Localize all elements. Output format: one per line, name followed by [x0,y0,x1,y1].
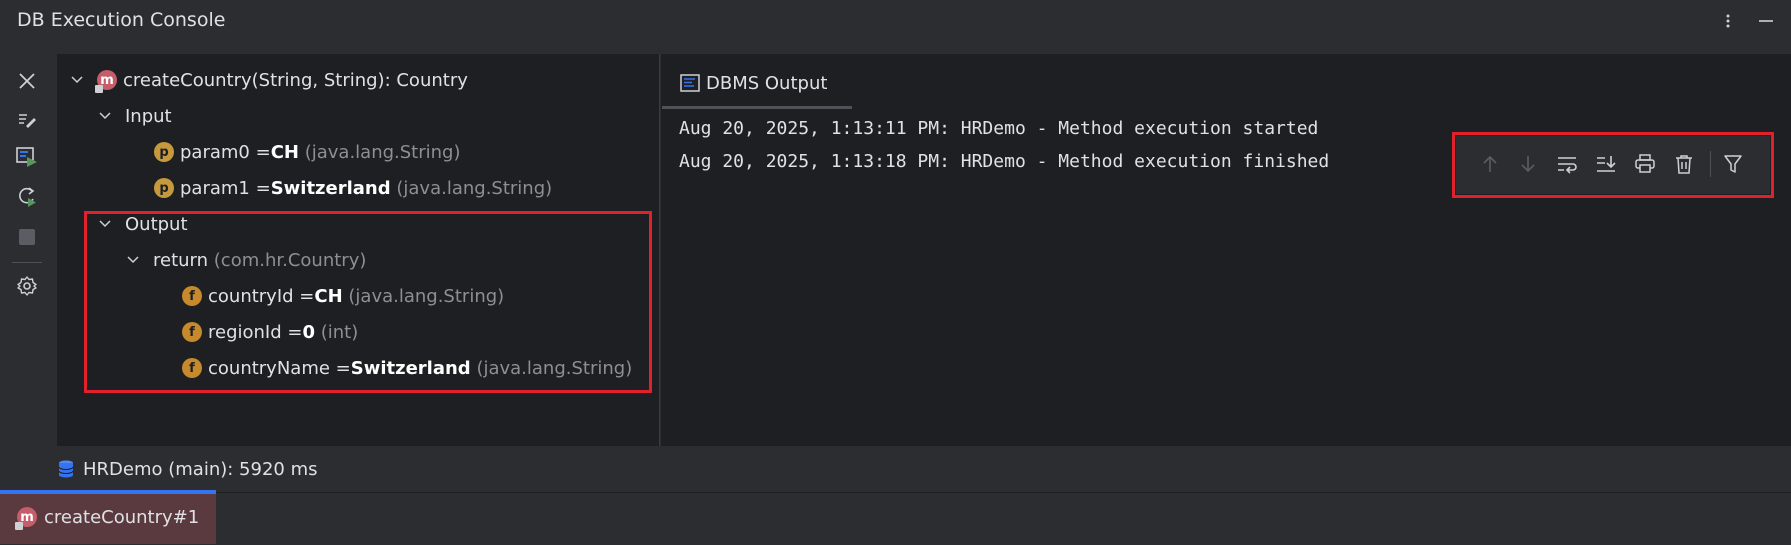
tree-node-param0[interactable]: p param0 = CH (java.lang.String) [154,138,461,166]
bottom-tab-label: createCountry#1 [44,506,200,528]
window-title: DB Execution Console [17,9,226,31]
tree-node-method[interactable]: m createCountry(String, String): Country [69,66,468,94]
param-type: (java.lang.String) [396,177,553,199]
left-toolbar [0,42,57,446]
param-value: Switzerland [270,177,391,199]
tab-underline [662,106,852,109]
status-text: HRDemo (main): 5920 ms [83,458,318,480]
minimize-icon[interactable] [1751,6,1781,36]
method-icon: m [95,70,117,93]
run-console-icon[interactable] [12,142,42,172]
parameter-icon: p [154,178,174,198]
more-vertical-icon[interactable] [1713,6,1743,36]
execution-status: HRDemo (main): 5920 ms [57,446,318,492]
tab-createcountry[interactable]: m createCountry#1 [0,490,216,544]
settings-icon[interactable] [12,271,42,301]
bottom-tab-bar [0,492,1791,545]
tree-node-param1[interactable]: p param1 = Switzerland (java.lang.String… [154,174,552,202]
param-name: param0 = [180,141,271,163]
tab-dbms-output[interactable]: DBMS Output [669,60,827,106]
dbms-output-panel [661,54,1791,446]
database-icon [57,459,75,479]
console-icon [680,74,700,92]
method-signature: createCountry(String, String): Country [123,69,468,91]
param-name: param1 = [180,177,271,199]
parameter-icon: p [154,142,174,162]
edit-icon[interactable] [12,105,42,135]
tab-label: DBMS Output [706,72,828,94]
tree-node-input[interactable]: Input [97,102,172,130]
param-type: (java.lang.String) [304,141,461,163]
stop-icon[interactable] [12,222,42,252]
method-icon: m [15,507,37,530]
rerun-icon[interactable] [12,182,42,212]
toolbar-separator [12,262,42,263]
input-label: Input [125,105,172,127]
toolbar-highlight-box [1452,132,1774,198]
chevron-down-icon[interactable] [97,108,113,124]
output-line: Aug 20, 2025, 1:13:18 PM: HRDemo - Metho… [679,151,1330,172]
close-icon[interactable] [12,66,42,96]
output-line: Aug 20, 2025, 1:13:11 PM: HRDemo - Metho… [679,118,1319,139]
chevron-down-icon[interactable] [69,72,85,88]
title-bar: DB Execution Console [0,0,1791,42]
param-value: CH [270,141,299,163]
output-highlight-box [84,211,652,393]
active-tab-indicator [0,490,216,494]
